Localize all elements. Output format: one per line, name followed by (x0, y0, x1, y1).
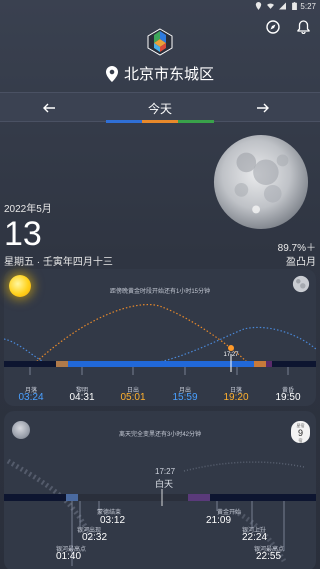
night-timeline-dusk (188, 494, 210, 501)
event-time-4: 19:20 (223, 392, 249, 403)
indicator-orange (142, 120, 178, 123)
night-timeline-day (76, 494, 188, 501)
moon-phase-image (213, 134, 309, 230)
timeline-day (66, 361, 256, 367)
arrow-right-icon (257, 103, 269, 113)
daytime-label: 白天 (155, 479, 174, 489)
event-time-5: 19:50 (275, 392, 301, 403)
moon-phase-name: 盈凸月 (286, 257, 316, 268)
night-event-time-1: 21:09 (206, 515, 232, 526)
timeline-twilight (266, 361, 272, 367)
event-time-1: 04:31 (69, 392, 95, 403)
now-sun-dot (228, 345, 234, 351)
day-navigation: 今天 (0, 92, 320, 123)
event-time-0: 03:24 (18, 392, 44, 403)
previous-day-button[interactable] (40, 99, 58, 117)
event-time-2: 05:01 (120, 392, 146, 403)
night-event-time-3: 22:24 (242, 532, 268, 543)
location-status-icon (255, 2, 262, 10)
year-month: 2022年5月 (4, 204, 52, 215)
indicator-blue (106, 120, 142, 123)
today-tab-indicator (106, 120, 214, 123)
milky-way-path-right (183, 461, 305, 472)
night-timeline-dawn (66, 494, 78, 501)
night-now-label: 17:27 (155, 467, 176, 476)
moon-path (4, 326, 316, 366)
location-pin-icon (105, 65, 118, 82)
status-bar: 5:27 (0, 0, 320, 14)
timeline-dusk (254, 361, 266, 367)
event-time-3: 15:59 (172, 392, 198, 403)
app-logo-icon (147, 28, 173, 56)
signal-icon (279, 2, 286, 10)
compass-icon (266, 20, 280, 34)
sun-moon-card[interactable]: 距傍晚黄金时段开始还有1小时15分钟 17:27 月落 03:24 黎明 04:… (4, 269, 316, 406)
top-actions (264, 18, 312, 36)
day-number: 13 (4, 215, 42, 253)
date-block: 2022年5月 13 星期五 · 壬寅年四月十三 (4, 200, 113, 268)
night-event-time-4: 01:40 (56, 551, 82, 562)
arrow-left-icon (43, 103, 55, 113)
location-selector[interactable]: 北京市东城区 (0, 63, 320, 84)
status-time: 5:27 (300, 2, 316, 11)
wifi-icon (267, 3, 274, 9)
next-day-button[interactable] (254, 99, 272, 117)
lunar-date: 星期五 · 壬寅年四月十三 (4, 257, 113, 268)
night-sky-card[interactable]: 星宿 9 宿 离天完全变黑还有3小时42分钟 蒙德结束 03:12 黄金开始 2… (4, 411, 316, 569)
moon-illumination: 89.7%＋ (277, 243, 316, 254)
compass-button[interactable] (264, 18, 282, 36)
sun-path (33, 304, 250, 365)
timeline-dawn (56, 361, 68, 367)
indicator-green (178, 120, 214, 123)
bell-icon (296, 20, 310, 34)
battery-icon (292, 2, 297, 10)
night-event-time-5: 22:55 (256, 551, 282, 562)
location-name: 北京市东城区 (123, 66, 214, 83)
now-time-label: 17:27 (223, 352, 239, 358)
night-event-time-0: 03:12 (100, 515, 126, 526)
today-tab[interactable]: 今天 (120, 100, 200, 117)
timeline-ticks (29, 367, 289, 375)
night-event-time-2: 02:32 (82, 532, 108, 543)
notifications-button[interactable] (294, 18, 312, 36)
